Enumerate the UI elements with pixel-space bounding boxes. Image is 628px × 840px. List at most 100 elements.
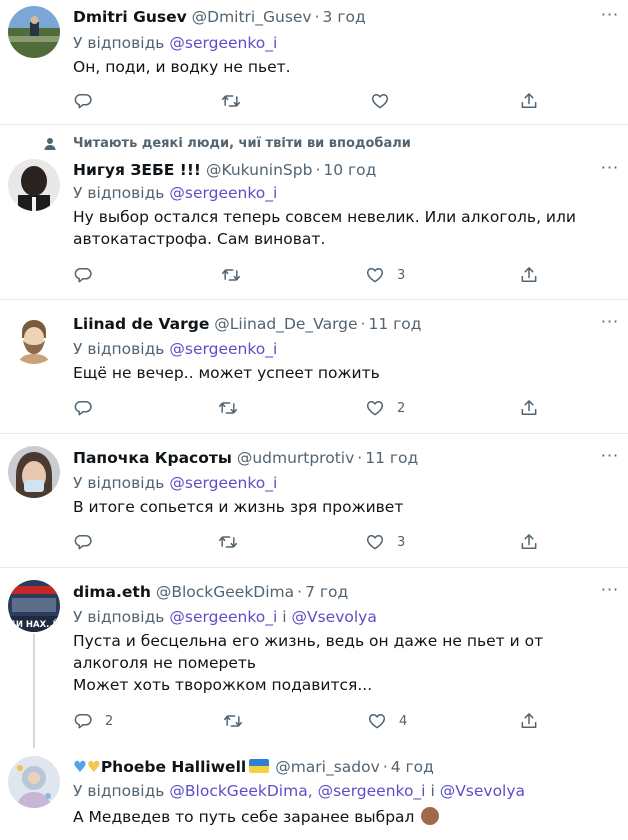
tweet-header: ♥♥Phoebe Halliwell @mari_sadov · 4 год — [73, 758, 434, 776]
tweet-actions: 2 4 — [73, 710, 543, 732]
author-name[interactable]: Liinad de Varge — [73, 315, 209, 333]
social-context: Читають деякі люди, чиї твіти ви вподоба… — [73, 136, 411, 151]
like-button[interactable]: 2 — [365, 397, 405, 419]
reply-mention[interactable]: @sergeenko_i — [169, 184, 277, 202]
reply-button[interactable] — [73, 90, 93, 112]
more-icon[interactable]: ··· — [600, 448, 620, 469]
author-name[interactable]: dima.eth — [73, 583, 151, 601]
avatar[interactable] — [8, 6, 60, 58]
avatar[interactable] — [8, 756, 60, 808]
retweet-button[interactable] — [221, 90, 241, 112]
author-handle[interactable]: @BlockGeekDima — [156, 583, 294, 601]
tweet-time[interactable]: 4 год — [391, 758, 434, 776]
share-button[interactable] — [519, 531, 539, 553]
tweet[interactable]: ♥♥Phoebe Halliwell @mari_sadov · 4 год У ві… — [0, 748, 628, 840]
reply-mention[interactable]: @Vsevolya — [440, 782, 525, 800]
author-handle[interactable]: @Dmitri_Gusev — [192, 8, 312, 26]
retweet-button[interactable] — [223, 710, 243, 732]
reply-mention[interactable]: @sergeenko_i — [169, 340, 277, 358]
more-icon[interactable]: ··· — [600, 160, 620, 181]
reply-prefix: У відповідь — [73, 34, 165, 52]
tweet-header: Папочка Красоты @udmurtprotiv · 11 год — [73, 449, 419, 467]
avatar-caption: ДИ НАХ..Й — [8, 618, 59, 630]
share-button[interactable] — [519, 710, 539, 732]
thread-connector — [33, 634, 35, 748]
tweet-actions: 3 — [73, 531, 543, 553]
tweet-time[interactable]: 11 год — [365, 449, 418, 467]
tweet-header: Liinad de Varge @Liinad_De_Varge · 11 год — [73, 315, 422, 333]
author-handle[interactable]: @udmurtprotiv — [237, 449, 354, 467]
more-icon[interactable]: ··· — [600, 7, 620, 28]
reply-mention[interactable]: @Vsevolya — [292, 608, 377, 626]
reply-joiner: і — [430, 782, 435, 800]
tweet-actions — [73, 90, 543, 112]
avatar[interactable] — [8, 312, 60, 364]
monkey-emoji-icon — [421, 807, 440, 825]
reply-count: 2 — [105, 713, 114, 729]
reply-context: У відповідь @sergeenko_i — [73, 338, 277, 360]
tweet-actions: 2 — [73, 397, 543, 419]
share-button[interactable] — [519, 264, 539, 286]
avatar[interactable] — [8, 159, 60, 211]
author-handle[interactable]: @Liinad_De_Varge — [214, 315, 357, 333]
retweet-button[interactable] — [221, 264, 241, 286]
person-icon — [44, 138, 56, 150]
share-button[interactable] — [519, 90, 539, 112]
share-icon — [519, 265, 539, 285]
reply-mention[interactable]: @sergeenko_i — [169, 608, 277, 626]
reply-context: У відповідь @BlockGeekDima, @sergeenko_i… — [73, 780, 525, 802]
avatar[interactable]: ДИ НАХ..Й — [8, 580, 60, 632]
like-button[interactable] — [370, 90, 390, 112]
like-button[interactable]: 3 — [365, 531, 405, 553]
tweet-header: Dmitri Gusev @Dmitri_Gusev · 3 год — [73, 8, 366, 26]
more-icon[interactable]: ··· — [600, 314, 620, 335]
author-handle[interactable]: @KukuninSpb — [206, 161, 313, 179]
reply-prefix: У відповідь — [73, 184, 165, 202]
like-icon — [370, 91, 390, 111]
reply-context: У відповідь @sergeenko_i — [73, 32, 277, 54]
tweet-time[interactable]: 7 год — [305, 583, 348, 601]
retweet-icon — [218, 532, 238, 552]
reply-prefix: У відповідь — [73, 340, 165, 358]
like-icon — [365, 265, 385, 285]
retweet-button[interactable] — [218, 531, 238, 553]
reply-mention[interactable]: @sergeenko_i — [169, 34, 277, 52]
retweet-icon — [221, 265, 241, 285]
reply-context: У відповідь @sergeenko_i — [73, 182, 277, 204]
reply-prefix: У відповідь — [73, 608, 165, 626]
reply-mention[interactable]: @sergeenko_i — [169, 474, 277, 492]
reply-button[interactable] — [73, 264, 93, 286]
share-button[interactable] — [519, 397, 539, 419]
reply-icon — [73, 91, 93, 111]
more-icon[interactable]: ··· — [600, 582, 620, 603]
reply-mention[interactable]: @BlockGeekDima, — [169, 782, 312, 800]
tweet-time[interactable]: 3 год — [323, 8, 366, 26]
retweet-icon — [218, 398, 238, 418]
reply-button[interactable]: 2 — [73, 710, 113, 732]
flag-icon — [249, 759, 270, 773]
tweet-time[interactable]: 10 год — [323, 161, 376, 179]
author-name[interactable]: Нигуя ЗЕБЕ !!! — [73, 161, 201, 179]
like-button[interactable]: 3 — [365, 264, 405, 286]
tweet[interactable]: ДИ НАХ..Й dima.eth @BlockGeekDima · 7 год … — [0, 568, 628, 748]
author-handle[interactable]: @mari_sadov — [275, 758, 380, 776]
retweet-button[interactable] — [218, 397, 238, 419]
author-name[interactable]: Папочка Красоты — [73, 449, 232, 467]
author-name[interactable]: Phoebe Halliwell — [101, 758, 246, 776]
like-count: 4 — [399, 713, 408, 729]
blue-heart-icon: ♥ — [73, 758, 87, 776]
reply-button[interactable] — [73, 397, 93, 419]
reply-mention[interactable]: @sergeenko_i — [318, 782, 426, 800]
tweet[interactable]: Liinad de Varge @Liinad_De_Varge · 11 год … — [0, 300, 628, 434]
tweet[interactable]: Dmitri Gusev @Dmitri_Gusev · 3 год ··· У в… — [0, 0, 628, 125]
tweet-text-line: Пуста и бесцельна его жизнь, ведь он даж… — [73, 632, 544, 672]
author-name[interactable]: Dmitri Gusev — [73, 8, 187, 26]
tweet[interactable]: Папочка Красоты @udmurtprotiv · 11 год ···… — [0, 434, 628, 568]
tweet-time[interactable]: 11 год — [369, 315, 422, 333]
tweet[interactable]: Читають деякі люди, чиї твіти ви вподоба… — [0, 125, 628, 300]
reply-button[interactable] — [73, 531, 93, 553]
like-button[interactable]: 4 — [367, 710, 407, 732]
reply-context: У відповідь @sergeenko_i і @Vsevolya — [73, 606, 377, 628]
avatar[interactable] — [8, 446, 60, 498]
tweet-text: Он, поди, и водку не пьет. — [73, 58, 291, 76]
